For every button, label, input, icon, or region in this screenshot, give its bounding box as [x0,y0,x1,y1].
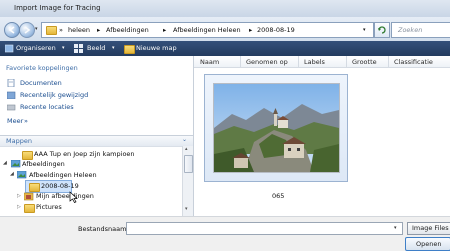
pictures-library-icon [17,171,27,179]
tree-item-aaa[interactable]: AAA Tup en Joep zijn kampioen [34,150,135,158]
tree-expander-icon[interactable]: ▷ [17,193,21,199]
folder-icon [46,26,57,35]
more-link[interactable]: Meer [7,117,23,125]
favorites-title: Favoriete koppelingen [6,64,78,72]
view-dropdown-icon[interactable]: ▾ [112,45,115,51]
folder-icon [22,151,33,160]
search-input[interactable]: Zoeken [391,22,450,38]
folders-header[interactable]: Mappen ⌄ [0,135,193,147]
scroll-down-icon[interactable]: ▾ [185,206,188,212]
back-button[interactable] [4,22,20,38]
tree-expander-icon[interactable]: ◢ [10,171,14,177]
column-divider [240,56,241,67]
back-arrow-icon [8,26,15,34]
documents-icon [7,79,15,87]
open-button[interactable]: Openen [405,237,450,251]
tree-item-2008-08-19[interactable]: 2008-08-19 [41,182,79,190]
folder-icon [24,204,35,213]
collapse-chevron-icon[interactable]: ⌄ [182,136,187,143]
mouse-cursor-icon [69,191,78,203]
navigation-bar: ▾ » heleen ▸ Afbeeldingen ▸ Afbeeldingen… [0,17,450,41]
file-name-label[interactable]: 065 [272,192,284,200]
my-pictures-icon [24,192,34,201]
tree-item-afbeeldingen-heleen[interactable]: Afbeeldingen Heleen [29,171,97,179]
tree-item-afbeeldingen[interactable]: Afbeeldingen [22,160,65,168]
column-divider [346,56,347,67]
scroll-thumb[interactable] [184,155,193,173]
file-type-value: Image Files [412,224,449,232]
organize-menu[interactable]: Organiseren [16,44,56,52]
import-dialog: Import Image for Tracing ▾ » heleen ▸ Af… [0,0,450,251]
pictures-library-icon [11,160,21,168]
tree-item-pictures[interactable]: Pictures [36,203,62,211]
tree-scrollbar[interactable]: ▴ ▾ [182,146,193,216]
address-dropdown-icon[interactable]: ▾ [363,27,366,33]
forward-button[interactable] [19,22,35,38]
navigation-pane: Favoriete koppelingen Documenten Recente… [0,56,194,216]
more-chevron-icon[interactable]: » [24,117,28,125]
column-divider [388,56,389,67]
favorite-documents[interactable]: Documenten [20,79,62,87]
file-thumbnail-item[interactable] [204,74,348,182]
breadcrumb-heleen[interactable]: heleen [68,26,90,34]
breadcrumb-afbeeldingen[interactable]: Afbeeldingen [106,26,149,34]
tree-expander-icon[interactable]: ◢ [3,160,7,166]
photo-thumbnail [213,83,340,173]
file-type-filter[interactable]: Image Files [407,222,450,235]
favorite-recently-changed[interactable]: Recentelijk gewijzigd [20,91,88,99]
filename-input[interactable]: ▾ [126,222,403,235]
view-icon [74,44,83,53]
forward-arrow-icon [24,26,31,34]
column-grootte[interactable]: Grootte [352,58,377,66]
view-menu[interactable]: Beeld [87,44,105,52]
column-genomen-op[interactable]: Genomen op [246,58,288,66]
organize-dropdown-icon[interactable]: ▾ [62,45,65,51]
folder-icon [29,183,40,192]
locations-icon [7,104,16,111]
breadcrumb-afbeeldingen-heleen[interactable]: Afbeeldingen Heleen [173,26,241,34]
title-bar: Import Image for Tracing [0,0,450,18]
tree-expander-icon[interactable]: ▷ [17,204,21,210]
folders-title: Mappen [6,137,32,145]
file-list: Naam Genomen op Labels Grootte Classific… [194,56,450,216]
village-photo-image [214,84,339,172]
history-dropdown-icon[interactable]: ▾ [35,26,38,32]
new-folder-button[interactable]: Nieuwe map [136,44,177,52]
column-naam[interactable]: Naam [200,58,219,66]
search-placeholder: Zoeken [398,26,423,34]
breadcrumb-date-folder[interactable]: 2008-08-19 [257,26,295,34]
new-folder-icon [124,45,135,54]
scroll-up-icon[interactable]: ▴ [185,146,188,152]
column-classificatie[interactable]: Classificatie [394,58,433,66]
refresh-icon [378,26,386,34]
column-divider [298,56,299,67]
address-bar[interactable]: » heleen ▸ Afbeeldingen ▸ Afbeeldingen H… [41,22,374,38]
file-name-bar: Bestandsnaam: ▾ Image Files Openen [0,216,450,251]
tree-item-mijn-afbeeldingen[interactable]: Mijn afbeeldingen [36,192,94,200]
recent-icon [7,91,16,99]
organize-icon [5,44,14,53]
favorite-recent-locations[interactable]: Recente locaties [20,103,74,111]
filename-label: Bestandsnaam: [78,225,129,233]
column-labels[interactable]: Labels [304,58,325,66]
refresh-button[interactable] [374,22,390,38]
filename-dropdown-icon[interactable]: ▾ [394,225,397,231]
column-header-row: Naam Genomen op Labels Grootte Classific… [194,56,450,68]
window-title: Import Image for Tracing [14,4,101,12]
command-toolbar: Organiseren ▾ Beeld ▾ Nieuwe map [0,41,450,56]
open-button-label: Openen [416,240,442,248]
